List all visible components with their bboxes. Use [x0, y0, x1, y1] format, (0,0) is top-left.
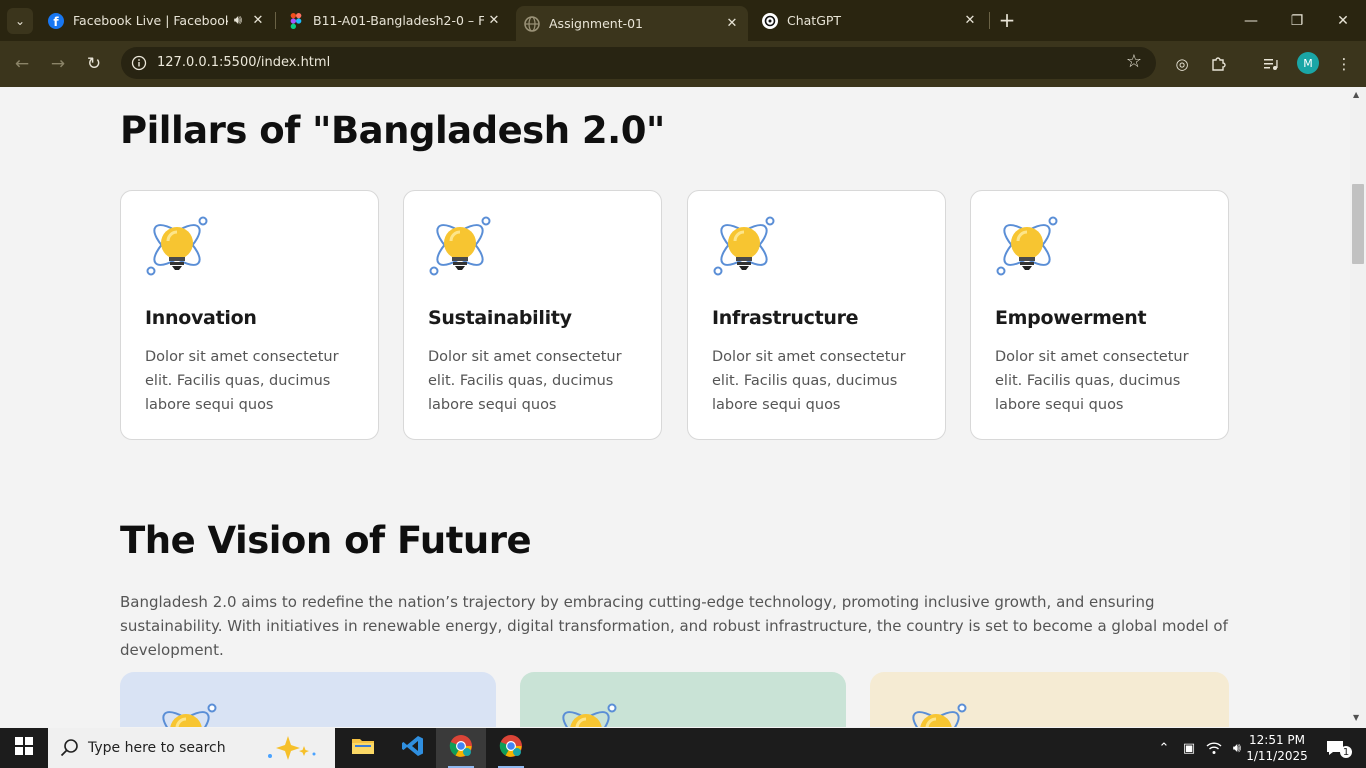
menu-kebab-icon[interactable]: ⋮ [1332, 52, 1356, 76]
tab-search-button[interactable]: ⌄ [7, 8, 33, 34]
wifi-icon[interactable] [1203, 728, 1225, 768]
lightbulb-atom-icon [145, 215, 209, 279]
taskbar-chrome[interactable] [486, 728, 536, 768]
tab-separator [275, 12, 276, 29]
tab-assignment[interactable]: Assignment-01 ✕ [516, 6, 748, 41]
card-text: Dolor sit amet consectetur elit. Facilis… [145, 349, 339, 413]
vision-paragraph: Bangladesh 2.0 aims to redefine the nati… [120, 593, 1228, 659]
tab-figma[interactable]: B11-A01-Bangladesh2-0 – Figma ✕ [280, 0, 510, 41]
pillar-card-innovation: Innovation Dolor sit amet consectetur el… [120, 190, 379, 440]
card-text: Dolor sit amet consectetur elit. Facilis… [428, 349, 622, 413]
back-button[interactable]: ← [10, 52, 34, 76]
pillar-card-sustainability: Sustainability Dolor sit amet consectetu… [403, 190, 662, 440]
card-text: Dolor sit amet consectetur elit. Facilis… [712, 349, 906, 413]
address-bar[interactable]: 127.0.0.1:5500/index.html ☆ [121, 47, 1156, 79]
clock-time: 12:51 PM [1249, 733, 1305, 747]
taskbar-chrome-active[interactable] [436, 728, 486, 768]
profile-avatar[interactable]: M [1297, 52, 1319, 74]
tray-device-icon[interactable]: ▣ [1179, 728, 1199, 768]
search-placeholder: Type here to search [88, 740, 226, 756]
forward-button[interactable]: → [46, 52, 70, 76]
close-tab-icon[interactable]: ✕ [960, 13, 980, 28]
speaker-icon[interactable]: 🔊︎ [228, 13, 248, 28]
card-text: Dolor sit amet consectetur elit. Facilis… [995, 349, 1189, 413]
tab-separator [989, 12, 990, 29]
taskbar-search-box[interactable]: Type here to search [48, 728, 335, 768]
scrollbar-thumb[interactable] [1352, 184, 1364, 264]
page-scrollbar[interactable]: ▲ ▼ [1350, 87, 1366, 727]
lightbulb-atom-icon [712, 215, 776, 279]
info-icon[interactable] [131, 55, 147, 71]
card-title: Empowerment [995, 307, 1147, 329]
chatgpt-icon [762, 12, 778, 29]
tray-chevron-up-icon[interactable]: ⌃ [1154, 728, 1174, 768]
windows-logo-icon [15, 737, 33, 759]
minimize-button[interactable]: — [1228, 0, 1274, 41]
copilot-sparkle-icon[interactable] [264, 734, 320, 766]
figma-icon [288, 12, 304, 29]
vision-heading: The Vision of Future [120, 519, 532, 562]
vscode-icon [401, 734, 425, 762]
scroll-down-arrow-icon[interactable]: ▼ [1353, 713, 1359, 722]
svg-text:f: f [53, 15, 59, 29]
chevron-down-icon: ⌄ [14, 14, 26, 28]
chrome-icon [449, 734, 473, 762]
pillar-card-infrastructure: Infrastructure Dolor sit amet consectetu… [687, 190, 946, 440]
vision-card-2 [520, 672, 846, 727]
tab-title: B11-A01-Bangladesh2-0 – Figma [313, 13, 484, 28]
new-tab-button[interactable]: + [997, 10, 1017, 30]
lightbulb-atom-icon [428, 215, 492, 279]
url-text[interactable]: 127.0.0.1:5500/index.html [157, 55, 330, 70]
notification-center-button[interactable]: 1 [1318, 728, 1352, 768]
vision-card-1 [120, 672, 496, 727]
vision-card-3 [870, 672, 1229, 727]
reload-icon: ↻ [86, 54, 102, 74]
tab-facebook[interactable]: f Facebook Live | Facebook 🔊︎ ✕ [40, 0, 274, 41]
folder-icon [351, 736, 375, 760]
close-tab-icon[interactable]: ✕ [248, 13, 268, 28]
extension-target-icon[interactable]: ◎ [1170, 52, 1194, 76]
tab-chatgpt[interactable]: ChatGPT ✕ [754, 0, 986, 41]
close-window-button[interactable]: ✕ [1320, 0, 1366, 41]
media-control-icon[interactable] [1259, 52, 1283, 76]
extensions-puzzle-icon[interactable] [1206, 52, 1230, 76]
globe-icon [524, 15, 540, 32]
tab-title: Facebook Live | Facebook [73, 13, 228, 28]
browser-tab-strip: ⌄ f Facebook Live | Facebook 🔊︎ ✕ B11-A0… [0, 0, 1366, 41]
close-tab-icon[interactable]: ✕ [722, 16, 742, 31]
taskbar-clock[interactable]: 12:51 PM 1/11/2025 [1242, 732, 1312, 764]
lightbulb-atom-icon [554, 702, 618, 727]
taskbar-file-explorer[interactable] [338, 728, 388, 768]
scroll-up-arrow-icon[interactable]: ▲ [1353, 90, 1359, 99]
restore-button[interactable]: ❐ [1274, 0, 1320, 41]
arrow-right-icon: → [50, 54, 66, 74]
start-button[interactable] [0, 728, 48, 768]
clock-date: 1/11/2025 [1246, 749, 1308, 763]
tab-title: Assignment-01 [549, 16, 644, 31]
taskbar-vscode[interactable] [388, 728, 438, 768]
pillar-card-empowerment: Empowerment Dolor sit amet consectetur e… [970, 190, 1229, 440]
arrow-left-icon: ← [14, 54, 30, 74]
card-title: Innovation [145, 307, 257, 329]
card-title: Sustainability [428, 307, 572, 329]
lightbulb-atom-icon [154, 702, 218, 727]
card-title: Infrastructure [712, 307, 859, 329]
notification-count-badge: 1 [1340, 746, 1352, 758]
search-icon [60, 738, 80, 758]
close-tab-icon[interactable]: ✕ [484, 13, 504, 28]
reload-button[interactable]: ↻ [82, 52, 106, 76]
chrome-icon [499, 734, 523, 762]
lightbulb-atom-icon [995, 215, 1059, 279]
lightbulb-atom-icon [904, 702, 968, 727]
pillars-heading: Pillars of "Bangladesh 2.0" [120, 109, 665, 152]
tab-title: ChatGPT [787, 13, 842, 28]
windows-taskbar: Type here to search ⌃ ▣ 🔊︎ 12:51 PM 1/11… [0, 728, 1366, 768]
facebook-icon: f [48, 12, 64, 29]
bookmark-star-icon[interactable]: ☆ [1126, 51, 1142, 72]
page-viewport: Pillars of "Bangladesh 2.0" Innovation D… [0, 87, 1350, 727]
browser-toolbar: ← → ↻ 127.0.0.1:5500/index.html ☆ ◎ ⋮ [0, 41, 1366, 87]
